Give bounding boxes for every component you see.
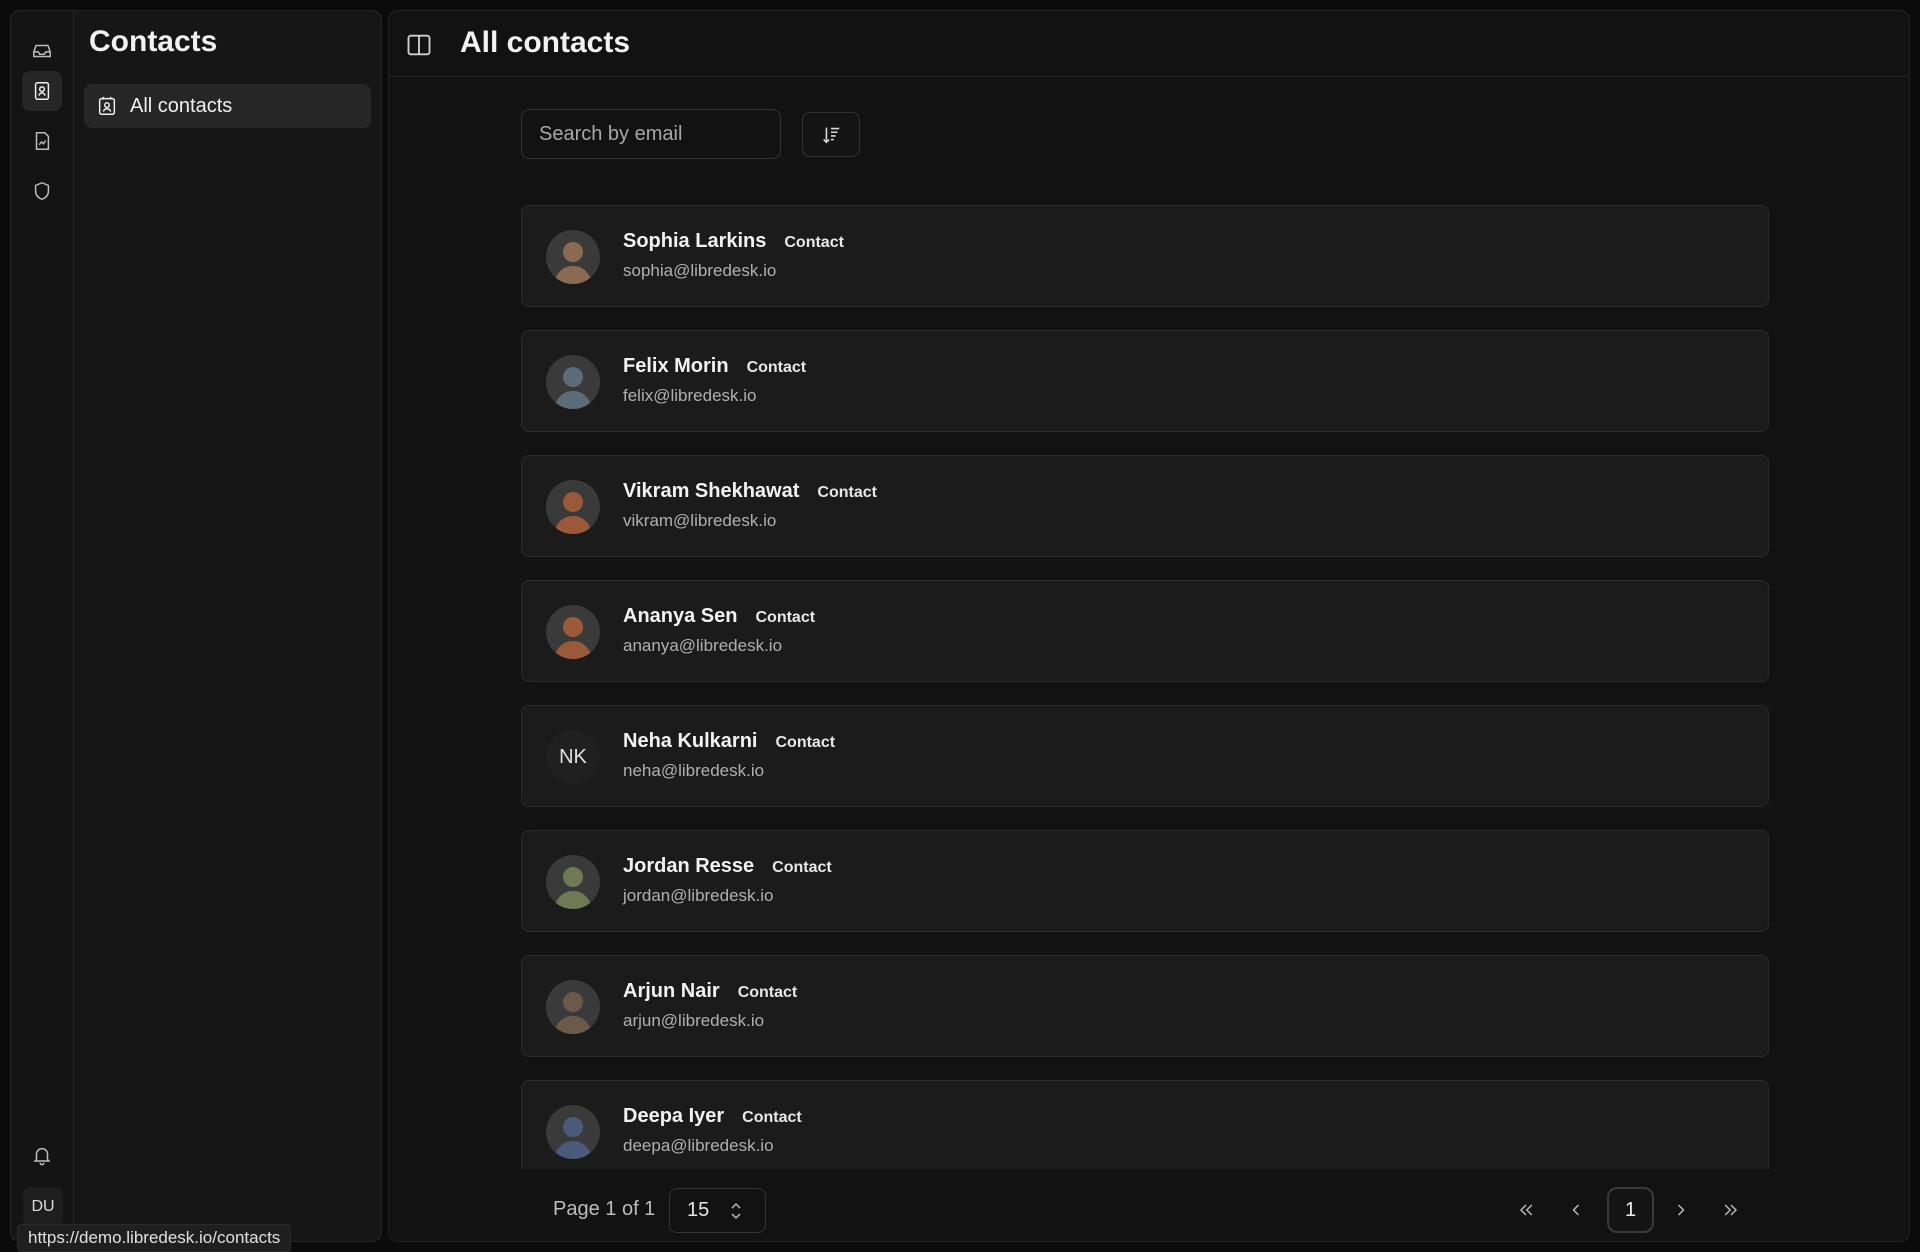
sort-icon bbox=[823, 127, 840, 143]
contact-type-badge: Contact bbox=[784, 234, 844, 251]
chevron-right-icon bbox=[1677, 1204, 1685, 1216]
shield-icon[interactable] bbox=[22, 171, 62, 211]
chevrons-right-icon bbox=[1724, 1204, 1738, 1216]
contact-email: neha@libredesk.io bbox=[623, 761, 765, 780]
contact-email: felix@libredesk.io bbox=[623, 386, 757, 405]
contact-card[interactable]: Sophia Larkins Contact sophia@libredesk.io bbox=[521, 205, 1769, 307]
contact-email: jordan@libredesk.io bbox=[623, 886, 774, 905]
sort-button[interactable] bbox=[802, 112, 860, 157]
contact-type-badge: Contact bbox=[742, 1109, 802, 1126]
avatar bbox=[546, 605, 600, 659]
chevron-left-icon bbox=[1572, 1204, 1580, 1216]
main-panel: All contacts Sophia Larkins Contact sophia… bbox=[388, 10, 1910, 1242]
contact-list: Sophia Larkins Contact sophia@libredesk.io… bbox=[521, 205, 1769, 1169]
contact-email: sophia@libredesk.io bbox=[623, 261, 777, 280]
sidebar-item-all-contacts[interactable]: All contacts bbox=[84, 84, 371, 128]
contact-name: Neha Kulkarni bbox=[623, 730, 758, 752]
contact-name-row: Deepa Iyer Contact bbox=[623, 1105, 802, 1128]
user-avatar[interactable]: DU bbox=[23, 1187, 63, 1227]
contact-name-row: Ananya Sen Contact bbox=[623, 605, 815, 628]
page-info: Page 1 of 1 bbox=[553, 1198, 656, 1220]
avatar-initials: NK bbox=[546, 730, 600, 784]
contacts-icon[interactable] bbox=[22, 71, 62, 111]
contact-name: Sophia Larkins bbox=[623, 230, 767, 252]
page-size-value: 15 bbox=[687, 1199, 710, 1221]
contact-email: ananya@libredesk.io bbox=[623, 636, 783, 655]
contact-email: vikram@libredesk.io bbox=[623, 511, 777, 530]
contact-card[interactable]: Felix Morin Contact felix@libredesk.io bbox=[521, 330, 1769, 432]
contact-name-row: Vikram Shekhawat Contact bbox=[623, 480, 877, 503]
sidebar-title: Contacts bbox=[89, 25, 218, 58]
contact-email: deepa@libredesk.io bbox=[623, 1136, 774, 1155]
contact-name: Arjun Nair bbox=[623, 980, 720, 1002]
sidebar-item-label: All contacts bbox=[130, 94, 233, 117]
chevrons-up-down-icon bbox=[731, 1202, 741, 1220]
current-page-button[interactable]: 1 bbox=[1607, 1187, 1654, 1233]
avatar bbox=[546, 980, 600, 1034]
first-page-button[interactable] bbox=[1509, 1193, 1543, 1227]
contact-name-row: Sophia Larkins Contact bbox=[623, 230, 844, 253]
contact-type-badge: Contact bbox=[775, 734, 836, 751]
contact-name-row: Neha Kulkarni Contact bbox=[623, 730, 835, 753]
page-title: All contacts bbox=[460, 26, 631, 59]
contact-type-badge: Contact bbox=[737, 984, 798, 1001]
contact-card[interactable]: Vikram Shekhawat Contact vikram@libredesk.… bbox=[521, 455, 1769, 557]
contact-type-badge: Contact bbox=[772, 859, 832, 876]
prev-page-button[interactable] bbox=[1559, 1193, 1593, 1227]
contact-name: Deepa Iyer bbox=[623, 1105, 725, 1127]
bell-icon[interactable] bbox=[22, 1135, 62, 1175]
contact-name: Felix Morin bbox=[623, 355, 729, 377]
contact-card[interactable]: Deepa Iyer Contact deepa@libredesk.io bbox=[521, 1080, 1769, 1169]
pagination: Page 1 of 1 15 1 bbox=[389, 1169, 1909, 1241]
contact-card[interactable]: Jordan Resse Contact jordan@libredesk.io bbox=[521, 830, 1769, 932]
contact-type-badge: Contact bbox=[817, 484, 877, 501]
page-size-select[interactable]: 15 bbox=[669, 1188, 766, 1233]
icon-rail: DU bbox=[10, 10, 74, 1242]
contact-card[interactable]: Arjun Nair Contact arjun@libredesk.io bbox=[521, 955, 1769, 1057]
contact-name-row: Arjun Nair Contact bbox=[623, 980, 797, 1003]
inbox-icon[interactable] bbox=[22, 31, 62, 71]
next-page-button[interactable] bbox=[1664, 1193, 1698, 1227]
contacts-sidebar: Contacts All contacts bbox=[74, 10, 382, 1242]
contact-name: Ananya Sen bbox=[623, 605, 738, 627]
sidebar-toggle-icon[interactable] bbox=[405, 31, 433, 59]
contact-card[interactable]: NK Neha Kulkarni Contact neha@libredesk.io bbox=[521, 705, 1769, 807]
contact-card[interactable]: Ananya Sen Contact ananya@libredesk.io bbox=[521, 580, 1769, 682]
contact-name-row: Felix Morin Contact bbox=[623, 355, 806, 378]
contact-email: arjun@libredesk.io bbox=[623, 1011, 765, 1030]
avatar bbox=[546, 855, 600, 909]
main-header: All contacts bbox=[389, 11, 1909, 77]
scrollbar[interactable] bbox=[1909, 89, 1910, 1103]
avatar bbox=[546, 355, 600, 409]
status-bar-url: https://demo.libredesk.io/contacts bbox=[17, 1224, 292, 1252]
avatar bbox=[546, 230, 600, 284]
last-page-button[interactable] bbox=[1714, 1193, 1748, 1227]
reports-icon[interactable] bbox=[22, 121, 62, 161]
avatar bbox=[546, 1105, 600, 1159]
contact-type-badge: Contact bbox=[755, 609, 816, 626]
contact-name: Vikram Shekhawat bbox=[623, 480, 800, 502]
avatar bbox=[546, 480, 600, 534]
contact-name: Jordan Resse bbox=[623, 855, 755, 877]
contact-card-icon bbox=[98, 96, 116, 115]
contact-type-badge: Contact bbox=[746, 359, 807, 376]
chevrons-left-icon bbox=[1519, 1204, 1533, 1216]
search-input[interactable] bbox=[521, 109, 781, 159]
contact-name-row: Jordan Resse Contact bbox=[623, 855, 832, 878]
